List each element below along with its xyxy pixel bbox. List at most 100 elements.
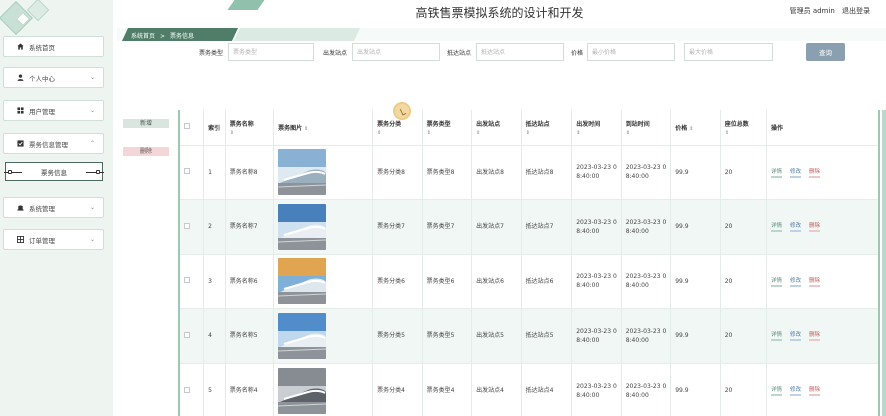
hat-icon (17, 204, 24, 211)
price-cell: 99.9 (670, 145, 721, 200)
chevron-down-icon: ⌄ (89, 107, 95, 114)
arrive-station-cell: 抵达站点4 (521, 363, 573, 416)
arrive-station-cell: 抵达站点5 (521, 308, 573, 363)
breadcrumb-separator: > (160, 33, 166, 40)
sort-icon[interactable]: ⇕ (626, 130, 671, 136)
ticket-type-input[interactable] (228, 43, 314, 61)
seats-cell: 20 (720, 199, 767, 254)
sort-icon[interactable]: ⇕ (427, 130, 472, 136)
arrive-station-input[interactable] (476, 43, 564, 61)
depart-station-cell: 出发站点4 (471, 363, 522, 416)
selection-handle-line (86, 172, 104, 173)
select-all-checkbox[interactable] (184, 123, 190, 130)
column-header[interactable]: 到站时间 ⇕ (621, 110, 672, 145)
row-checkbox[interactable] (184, 386, 190, 393)
detail-button[interactable]: 详情 (770, 276, 782, 287)
row-checkbox[interactable] (184, 331, 190, 338)
sidebar-item-ticket-management[interactable]: 票务信息管理 ⌃ (3, 133, 104, 154)
index-cell: 2 (203, 199, 226, 254)
selection-handle (96, 170, 100, 174)
depart-station-cell: 出发站点7 (471, 199, 522, 254)
arrive-label: 抵达站点 (447, 50, 472, 57)
column-header[interactable]: 票务名称 ⇕ (225, 110, 275, 145)
edit-button[interactable]: 修改 (789, 385, 801, 396)
sidebar-item-label: 个人中心 (29, 74, 55, 83)
sort-icon[interactable]: ⇕ (526, 130, 572, 136)
column-header[interactable]: 抵达站点 ⇕ (521, 110, 573, 145)
breadcrumb-home[interactable]: 系统首页 (131, 33, 155, 40)
row-checkbox[interactable] (184, 168, 190, 175)
column-header[interactable]: 索引 (203, 110, 226, 145)
depart-station-cell: 出发站点6 (471, 254, 522, 309)
sidebar-item-orders[interactable]: 订单管理 ⌄ (3, 229, 104, 250)
category-cell: 票务分类8 (372, 145, 423, 200)
loading-cursor-icon (393, 102, 411, 120)
ticket-image-cell (273, 145, 374, 200)
sidebar-item-label: 票务信息管理 (29, 140, 68, 149)
column-header[interactable]: 票务图片 ⇕ (273, 110, 374, 145)
table-row: 5 票务名称4 票务分类4 票务类型4 出发站点4 抵达站点4 2023-03-23 08:… (180, 363, 878, 416)
search-button[interactable]: 查询 (806, 43, 845, 61)
edit-button[interactable]: 修改 (789, 276, 801, 287)
depart-station-cell: 出发站点5 (471, 308, 522, 363)
batch-delete-button[interactable]: 删除 (123, 147, 169, 156)
add-button[interactable]: 新增 (123, 119, 169, 128)
detail-button[interactable]: 详情 (770, 330, 782, 342)
column-header[interactable]: 出发时间 ⇕ (571, 110, 622, 145)
chevron-down-icon: ⌄ (89, 236, 95, 243)
sort-icon[interactable]: ⇕ (304, 126, 308, 132)
edit-button[interactable]: 修改 (789, 221, 801, 233)
detail-button[interactable]: 详情 (770, 385, 782, 396)
delete-button[interactable]: 删除 (808, 385, 820, 396)
ticket-image (278, 312, 327, 359)
delete-button[interactable]: 删除 (808, 167, 820, 178)
row-select-cell (180, 145, 205, 200)
detail-button[interactable]: 详情 (770, 167, 782, 178)
min-price-input[interactable] (587, 43, 675, 61)
breadcrumb: 系统首页 > 票务信息 (131, 31, 194, 40)
sidebar-subitem-ticket-info[interactable]: 票务信息 (4, 162, 104, 181)
breadcrumb-background (233, 28, 361, 41)
table-header-row: 索引 票务名称 ⇕ 票务图片 ⇕ 票务分类 ⇕ 票务类型 ⇕ 出发站点 ⇕ 抵达站点 ⇕ 出… (180, 110, 878, 145)
detail-button[interactable]: 详情 (770, 221, 782, 233)
depart-station-input[interactable] (352, 43, 440, 61)
column-header[interactable]: 票务类型 ⇕ (422, 110, 473, 145)
table-row: 2 票务名称7 票务分类7 票务类型7 出发站点7 抵达站点7 2023-03-23 08:… (180, 199, 878, 254)
max-price-input[interactable] (684, 43, 773, 61)
price-cell: 99.9 (670, 254, 721, 309)
selection-handle (8, 170, 12, 174)
arrive-time-cell: 2023-03-23 08:40:00 (621, 199, 672, 254)
edit-button[interactable]: 修改 (789, 167, 801, 178)
delete-button[interactable]: 删除 (808, 221, 820, 233)
sort-icon[interactable]: ⇕ (476, 130, 521, 136)
delete-button[interactable]: 删除 (808, 276, 820, 287)
sidebar-item-profile[interactable]: 个人中心 ⌄ (3, 67, 104, 88)
logout-link[interactable]: 退出登录 (842, 7, 870, 15)
ticket-image (278, 149, 327, 196)
delete-button[interactable]: 删除 (808, 330, 820, 342)
operations-cell: 详情 修改 删除 (766, 363, 878, 416)
column-header[interactable]: 出发站点 ⇕ (471, 110, 522, 145)
sort-icon[interactable]: ⇕ (725, 130, 766, 136)
sidebar-item-system[interactable]: 系统管理 ⌄ (3, 197, 104, 218)
breadcrumb-bar: 系统首页 > 票务信息 (117, 28, 886, 41)
top-header: 高铁售票模拟系统的设计和开发 管理员 admin 退出登录 (113, 0, 886, 26)
chevron-down-icon: ⌄ (89, 74, 95, 81)
row-checkbox[interactable] (184, 222, 190, 229)
sort-icon[interactable]: ⇕ (576, 130, 621, 136)
type-cell: 票务类型8 (422, 145, 473, 200)
user-role-label: 管理员 admin (789, 7, 835, 15)
edit-button[interactable]: 修改 (789, 330, 801, 342)
ticket-name-cell: 票务名称8 (225, 145, 275, 200)
sort-icon[interactable]: ⇕ (230, 130, 273, 136)
row-select-cell (180, 363, 205, 416)
ticket-image-cell (273, 199, 374, 254)
sort-icon[interactable]: ⇕ (689, 126, 693, 132)
column-header[interactable]: 价格 ⇕ (670, 110, 721, 145)
sidebar-item-users[interactable]: 用户管理 ⌄ (3, 100, 104, 121)
scrollbar[interactable] (882, 110, 886, 416)
row-checkbox[interactable] (184, 277, 190, 284)
category-cell: 票务分类7 (372, 199, 423, 254)
column-header[interactable]: 座位总数 ⇕ (720, 110, 767, 145)
sort-icon[interactable]: ⇕ (377, 130, 422, 136)
